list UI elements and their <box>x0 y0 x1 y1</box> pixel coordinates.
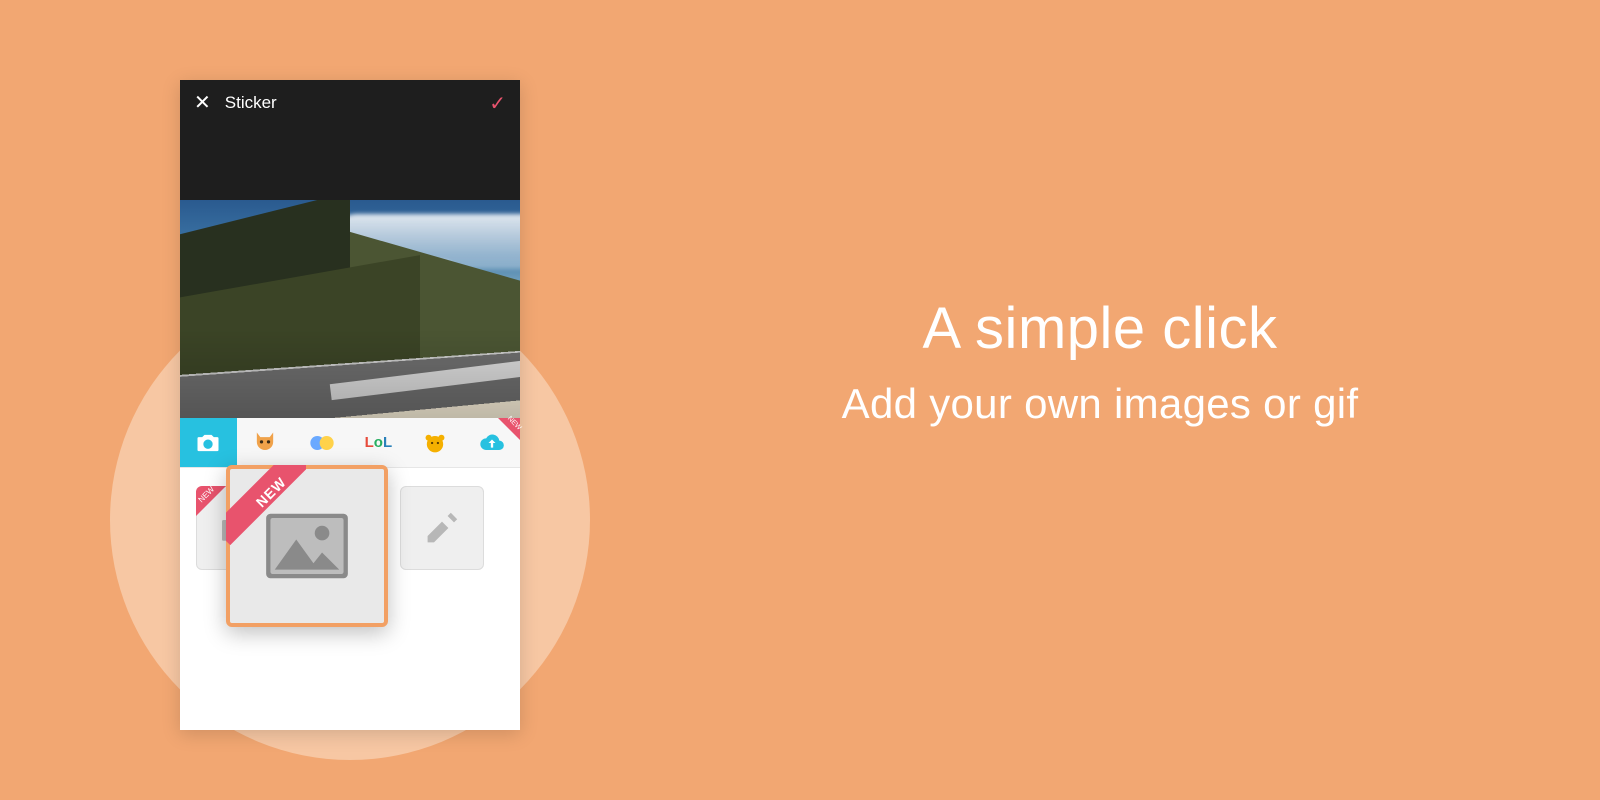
new-corner-badge: NEW <box>498 418 520 440</box>
sticker-category-strip: LoL NEW <box>180 418 520 468</box>
editor-black-area <box>180 126 520 200</box>
pencil-icon <box>422 512 462 544</box>
editor-title: Sticker <box>225 93 489 113</box>
marketing-copy: A simple click Add your own images or gi… <box>700 295 1500 428</box>
camera-icon <box>194 429 222 457</box>
new-ribbon: NEW <box>226 465 306 545</box>
sticker-pair-icon <box>308 429 336 457</box>
category-cat[interactable] <box>237 418 294 467</box>
tile-add-gif[interactable] <box>400 486 484 570</box>
editor-topbar: ✕ Sticker ✓ <box>180 80 520 126</box>
category-bear[interactable] <box>407 418 464 467</box>
category-camera[interactable] <box>180 418 237 467</box>
subline: Add your own images or gif <box>700 380 1500 428</box>
phone-mock: ✕ Sticker ✓ LoL <box>180 80 520 730</box>
new-ribbon-label: NEW <box>237 465 305 526</box>
category-sticker[interactable] <box>293 418 350 467</box>
category-cloud[interactable]: NEW <box>463 418 520 467</box>
close-icon[interactable]: ✕ <box>194 93 211 113</box>
preview-image[interactable] <box>180 200 520 418</box>
cat-icon <box>251 429 279 457</box>
add-image-highlight-tile[interactable]: NEW <box>226 465 388 627</box>
headline: A simple click <box>700 295 1500 362</box>
check-icon[interactable]: ✓ <box>489 91 506 116</box>
lol-label: LoL <box>365 434 393 451</box>
bear-icon <box>421 429 449 457</box>
category-lol[interactable]: LoL <box>350 418 407 467</box>
